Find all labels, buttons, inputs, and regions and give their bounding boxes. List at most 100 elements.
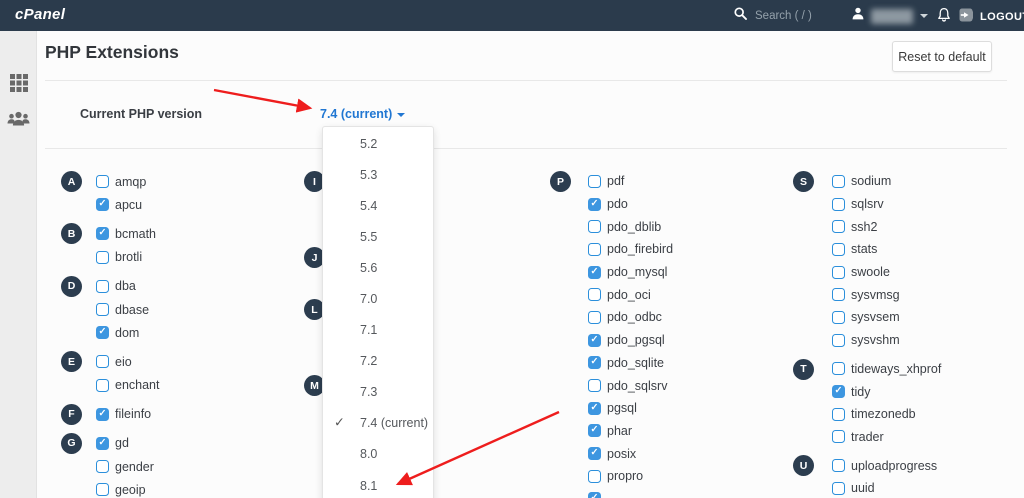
extension-eio[interactable]: eio xyxy=(96,350,311,373)
checkbox-brotli[interactable] xyxy=(96,251,109,264)
extension-stats[interactable]: stats xyxy=(832,238,1024,261)
checkbox-phar[interactable]: ✓ xyxy=(588,424,601,437)
checkbox-geoip[interactable] xyxy=(96,483,109,496)
checkbox-dom[interactable]: ✓ xyxy=(96,326,109,339)
checkbox-eio[interactable] xyxy=(96,355,109,368)
dropdown-item-7.2[interactable]: 7.2 xyxy=(323,346,433,377)
extension-pdo_oci[interactable]: pdo_oci xyxy=(588,283,800,306)
extension-dom[interactable]: ✓dom xyxy=(96,321,311,344)
checkbox-pdo_pgsql[interactable]: ✓ xyxy=(588,334,601,347)
checkbox-enchant[interactable] xyxy=(96,379,109,392)
extension-sysvsem[interactable]: sysvsem xyxy=(832,306,1024,329)
extension-dba[interactable]: dba xyxy=(96,275,311,298)
checkbox-dba[interactable] xyxy=(96,280,109,293)
checkbox-ssh2[interactable] xyxy=(832,220,845,233)
dropdown-item-5.2[interactable]: 5.2 xyxy=(323,128,433,159)
checkbox-uuid[interactable] xyxy=(832,482,845,495)
extension-sysvshm[interactable]: sysvshm xyxy=(832,329,1024,352)
checkbox-sodium[interactable] xyxy=(832,175,845,188)
extension-apcu[interactable]: ✓apcu xyxy=(96,193,311,216)
extension-swoole[interactable]: swoole xyxy=(832,261,1024,284)
checkbox-sysvshm[interactable] xyxy=(832,334,845,347)
dropdown-item-8.1[interactable]: 8.1 xyxy=(323,470,433,498)
checkbox-pgsql[interactable]: ✓ xyxy=(588,402,601,415)
extension-dbase[interactable]: dbase xyxy=(96,298,311,321)
checkbox-propro[interactable] xyxy=(588,470,601,483)
notifications-bell-button[interactable] xyxy=(936,7,952,29)
extension-pdo[interactable]: ✓pdo xyxy=(588,193,800,216)
extension-brotli[interactable]: brotli xyxy=(96,246,311,269)
dropdown-item-5.6[interactable]: 5.6 xyxy=(323,252,433,283)
checkbox-partial[interactable]: ✓ xyxy=(588,492,601,498)
php-version-dropdown-toggle[interactable]: 7.4 (current) xyxy=(320,107,405,121)
extension-pdf[interactable]: pdf xyxy=(588,170,800,193)
user-menu[interactable] xyxy=(852,5,928,27)
checkbox-sqlsrv[interactable] xyxy=(832,198,845,211)
checkbox-pdo_sqlite[interactable]: ✓ xyxy=(588,356,601,369)
dropdown-item-5.4[interactable]: 5.4 xyxy=(323,190,433,221)
extension-uploadprogress[interactable]: uploadprogress xyxy=(832,454,1024,477)
extension-amqp[interactable]: amqp xyxy=(96,170,311,193)
checkbox-amqp[interactable] xyxy=(96,175,109,188)
dropdown-item-5.5[interactable]: 5.5 xyxy=(323,221,433,252)
dropdown-item-7.0[interactable]: 7.0 xyxy=(323,283,433,314)
checkbox-dbase[interactable] xyxy=(96,303,109,316)
extension-partial[interactable]: ✓ xyxy=(588,488,800,498)
extension-pdo_firebird[interactable]: pdo_firebird xyxy=(588,238,800,261)
extension-ssh2[interactable]: ssh2 xyxy=(832,215,1024,238)
extension-phar[interactable]: ✓phar xyxy=(588,420,800,443)
extension-pdo_odbc[interactable]: pdo_odbc xyxy=(588,306,800,329)
checkbox-gd[interactable]: ✓ xyxy=(96,437,109,450)
checkbox-pdo_sqlsrv[interactable] xyxy=(588,379,601,392)
checkbox-fileinfo[interactable]: ✓ xyxy=(96,408,109,421)
checkbox-pdo_firebird[interactable] xyxy=(588,243,601,256)
checkbox-tidy[interactable]: ✓ xyxy=(832,385,845,398)
checkbox-pdo_dblib[interactable] xyxy=(588,220,601,233)
extension-geoip[interactable]: geoip xyxy=(96,478,311,498)
checkbox-posix[interactable]: ✓ xyxy=(588,447,601,460)
extension-sodium[interactable]: sodium xyxy=(832,170,1024,193)
extension-uuid[interactable]: uuid xyxy=(832,477,1024,498)
checkbox-tideways_xhprof[interactable] xyxy=(832,362,845,375)
extension-posix[interactable]: ✓posix xyxy=(588,442,800,465)
extension-pdo_mysql[interactable]: ✓pdo_mysql xyxy=(588,261,800,284)
checkbox-sysvsem[interactable] xyxy=(832,311,845,324)
dropdown-item-5.3[interactable]: 5.3 xyxy=(323,159,433,190)
extension-bcmath[interactable]: ✓bcmath xyxy=(96,222,311,245)
checkbox-pdo_mysql[interactable]: ✓ xyxy=(588,266,601,279)
extension-gender[interactable]: gender xyxy=(96,455,311,478)
extension-sysvmsg[interactable]: sysvmsg xyxy=(832,283,1024,306)
dropdown-item-8.0[interactable]: 8.0 xyxy=(323,439,433,470)
extension-gd[interactable]: ✓gd xyxy=(96,432,311,455)
sidebar-item-users[interactable] xyxy=(0,110,37,127)
checkbox-stats[interactable] xyxy=(832,243,845,256)
extension-tidy[interactable]: ✓tidy xyxy=(832,380,1024,403)
sidebar-item-apps-grid[interactable] xyxy=(0,74,37,92)
checkbox-pdo[interactable]: ✓ xyxy=(588,198,601,211)
dropdown-item-7.4-current-[interactable]: ✓7.4 (current) xyxy=(323,408,433,439)
logout-button[interactable]: LOGOUT xyxy=(959,8,1024,25)
checkbox-swoole[interactable] xyxy=(832,266,845,279)
checkbox-pdo_odbc[interactable] xyxy=(588,311,601,324)
extension-timezonedb[interactable]: timezonedb xyxy=(832,403,1024,426)
reset-to-default-button[interactable]: Reset to default xyxy=(892,41,992,72)
extension-fileinfo[interactable]: ✓fileinfo xyxy=(96,403,311,426)
extension-pgsql[interactable]: ✓pgsql xyxy=(588,397,800,420)
dropdown-item-7.1[interactable]: 7.1 xyxy=(323,315,433,346)
dropdown-item-7.3[interactable]: 7.3 xyxy=(323,377,433,408)
checkbox-timezonedb[interactable] xyxy=(832,408,845,421)
search-input[interactable]: Search ( / ) xyxy=(734,6,812,26)
checkbox-apcu[interactable]: ✓ xyxy=(96,198,109,211)
extension-pdo_sqlite[interactable]: ✓pdo_sqlite xyxy=(588,352,800,375)
extension-sqlsrv[interactable]: sqlsrv xyxy=(832,193,1024,216)
checkbox-pdo_oci[interactable] xyxy=(588,288,601,301)
extension-propro[interactable]: propro xyxy=(588,465,800,488)
extension-trader[interactable]: trader xyxy=(832,426,1024,449)
extension-pdo_dblib[interactable]: pdo_dblib xyxy=(588,215,800,238)
checkbox-pdf[interactable] xyxy=(588,175,601,188)
checkbox-uploadprogress[interactable] xyxy=(832,459,845,472)
extension-enchant[interactable]: enchant xyxy=(96,374,311,397)
extension-pdo_pgsql[interactable]: ✓pdo_pgsql xyxy=(588,329,800,352)
checkbox-gender[interactable] xyxy=(96,460,109,473)
checkbox-bcmath[interactable]: ✓ xyxy=(96,227,109,240)
